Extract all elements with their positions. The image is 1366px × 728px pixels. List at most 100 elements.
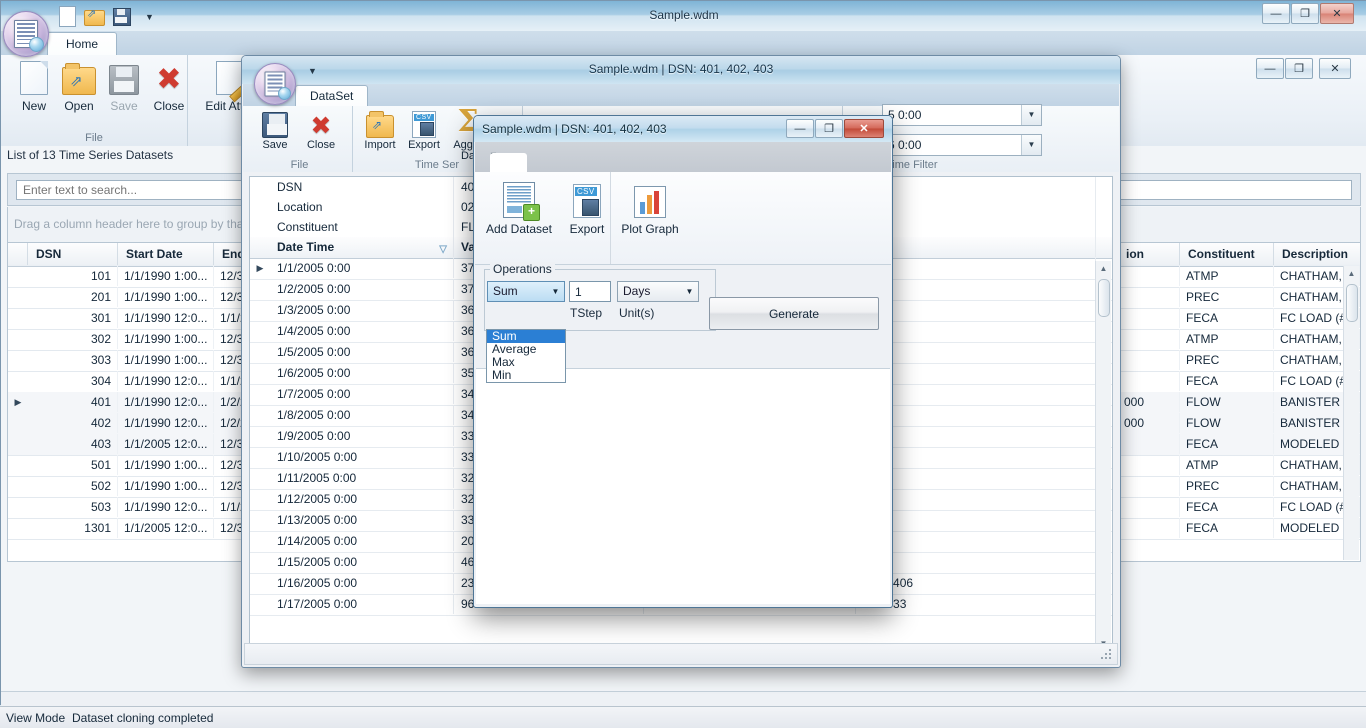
row-indicator[interactable] <box>250 531 270 551</box>
row-indicator[interactable] <box>8 371 28 391</box>
row-indicator[interactable] <box>250 363 270 383</box>
restore-glyph: ❐ <box>1286 59 1312 78</box>
row-indicator[interactable] <box>250 321 270 341</box>
plot-graph-icon <box>615 176 685 218</box>
qat-more-icon[interactable]: ▼ <box>141 5 163 27</box>
row-indicator[interactable] <box>8 434 28 454</box>
generate-button[interactable]: Generate <box>709 297 879 330</box>
tab-home[interactable]: Home <box>47 32 117 56</box>
cell-datetime: 1/7/2005 0:00 <box>270 384 454 404</box>
dataset-orb-accent <box>278 87 291 100</box>
modal-export-button[interactable]: CSV Export <box>561 176 613 236</box>
dataset-orb-button[interactable] <box>254 63 296 105</box>
modal-close-button[interactable]: ✕ <box>844 119 884 138</box>
row-indicator[interactable] <box>250 447 270 467</box>
row-indicator[interactable] <box>8 476 28 496</box>
cell-dsn: 201 <box>28 287 118 307</box>
main-tabstrip: Home <box>1 31 1366 55</box>
dataset-restore-button[interactable]: ❐ <box>1285 58 1313 79</box>
operation-option-min[interactable]: Min <box>487 369 565 382</box>
dataset-save-label: Save <box>251 140 299 151</box>
column-header-constituent[interactable]: Constituent <box>1180 243 1274 265</box>
modal-restore-button[interactable]: ❐ <box>815 119 843 138</box>
row-indicator[interactable] <box>8 308 28 328</box>
row-indicator[interactable]: ▶ <box>8 392 28 412</box>
cell-datetime: 1/6/2005 0:00 <box>270 363 454 383</box>
column-header-location[interactable]: ion <box>1118 243 1180 265</box>
dataset-qat-more-icon[interactable]: ▼ <box>308 66 317 76</box>
app-orb-button[interactable] <box>3 11 49 57</box>
dataset-grid-vertical-scrollbar[interactable]: ▲ ▼ <box>1095 261 1111 652</box>
row-indicator[interactable] <box>250 300 270 320</box>
cell-datetime: 1/4/2005 0:00 <box>270 321 454 341</box>
row-indicator[interactable] <box>250 405 270 425</box>
row-indicator[interactable] <box>8 518 28 538</box>
scroll-thumb[interactable] <box>1346 284 1358 322</box>
resize-grip-icon[interactable] <box>1101 649 1113 661</box>
row-indicator[interactable] <box>8 329 28 349</box>
qat-new-icon[interactable] <box>56 5 78 27</box>
cell-datetime: 1/13/2005 0:00 <box>270 510 454 530</box>
row-indicator[interactable] <box>250 594 270 614</box>
row-indicator[interactable] <box>8 287 28 307</box>
tab-dataset[interactable]: DataSet <box>295 85 368 107</box>
time-filter-start-combo[interactable]: 5 0:00 ▼ <box>882 104 1042 126</box>
datasets-grid-vertical-scrollbar[interactable]: ▲ <box>1343 266 1359 560</box>
row-indicator[interactable] <box>250 342 270 362</box>
modal-window-title: Sample.wdm | DSN: 401, 402, 403 <box>482 122 667 136</box>
column-header-dsn[interactable]: DSN <box>28 243 118 265</box>
dataset-import-button[interactable]: ⇗ Import <box>356 108 404 151</box>
dataset-close-button[interactable]: ✕ <box>1319 58 1351 79</box>
tstep-input[interactable] <box>569 281 611 302</box>
cell-datetime: 1/10/2005 0:00 <box>270 447 454 467</box>
chevron-down-icon[interactable]: ▼ <box>1021 135 1041 155</box>
qat-save-icon[interactable] <box>110 5 132 27</box>
row-indicator[interactable] <box>8 455 28 475</box>
dataset-minimize-button[interactable]: — <box>1256 58 1284 79</box>
main-minimize-button[interactable]: — <box>1262 3 1290 24</box>
dataset-save-button[interactable]: Save <box>251 108 299 151</box>
cell-location <box>1118 371 1180 391</box>
row-indicator[interactable] <box>250 489 270 509</box>
row-indicator[interactable] <box>8 497 28 517</box>
dataset-export-button[interactable]: CSV Export <box>400 108 448 151</box>
datasets-panel-caption: List of 13 Time Series Datasets <box>7 148 173 162</box>
chevron-down-icon[interactable]: ▼ <box>681 282 698 301</box>
dataset-scroll-thumb[interactable] <box>1098 279 1110 317</box>
scroll-up-icon[interactable]: ▲ <box>1345 267 1358 281</box>
time-filter-end-combo[interactable]: 6 0:00 ▼ <box>882 134 1042 156</box>
row-indicator[interactable] <box>250 426 270 446</box>
add-dataset-button[interactable]: + Add Dataset <box>480 176 558 236</box>
chevron-down-icon[interactable]: ▼ <box>1021 105 1041 125</box>
dataset-close-ribbon-button[interactable]: ✖ Close <box>297 108 345 151</box>
row-indicator[interactable] <box>250 468 270 488</box>
row-indicator[interactable]: ▶ <box>250 258 270 278</box>
scroll-up-icon[interactable]: ▲ <box>1097 262 1110 276</box>
qat-open-icon[interactable]: ⇗ <box>83 5 105 27</box>
row-indicator[interactable] <box>250 552 270 572</box>
modal-ribbon: ▼ + Add Dataset CSV Export <box>475 142 891 265</box>
column-header-start-date[interactable]: Start Date <box>118 243 214 265</box>
unit-combobox[interactable]: Days ▼ <box>617 281 699 302</box>
modal-minimize-button[interactable]: — <box>786 119 814 138</box>
chevron-down-icon[interactable]: ▼ <box>547 282 564 301</box>
row-indicator[interactable] <box>8 266 28 286</box>
row-indicator[interactable] <box>8 350 28 370</box>
operation-combobox[interactable]: Sum ▼ <box>487 281 565 302</box>
main-restore-button[interactable]: ❐ <box>1291 3 1319 24</box>
operation-dropdown-list[interactable]: Sum Average Max Min <box>486 329 566 383</box>
row-indicator[interactable] <box>8 413 28 433</box>
main-status-area <box>1 691 1366 707</box>
row-indicator[interactable] <box>250 510 270 530</box>
main-close-button[interactable]: ✕ <box>1320 3 1354 24</box>
column-header-datetime[interactable]: Date Time▽ <box>270 237 454 257</box>
row-indicator[interactable] <box>250 384 270 404</box>
filter-icon[interactable]: ▽ <box>439 240 447 257</box>
row-indicator[interactable] <box>250 279 270 299</box>
cell-start-date: 1/1/1990 1:00... <box>118 455 214 475</box>
modal-active-tab[interactable] <box>490 153 527 174</box>
cell-datetime: 1/2/2005 0:00 <box>270 279 454 299</box>
column-header-description[interactable]: Description <box>1274 243 1360 265</box>
row-indicator[interactable] <box>250 573 270 593</box>
plot-graph-button[interactable]: Plot Graph <box>615 176 685 236</box>
